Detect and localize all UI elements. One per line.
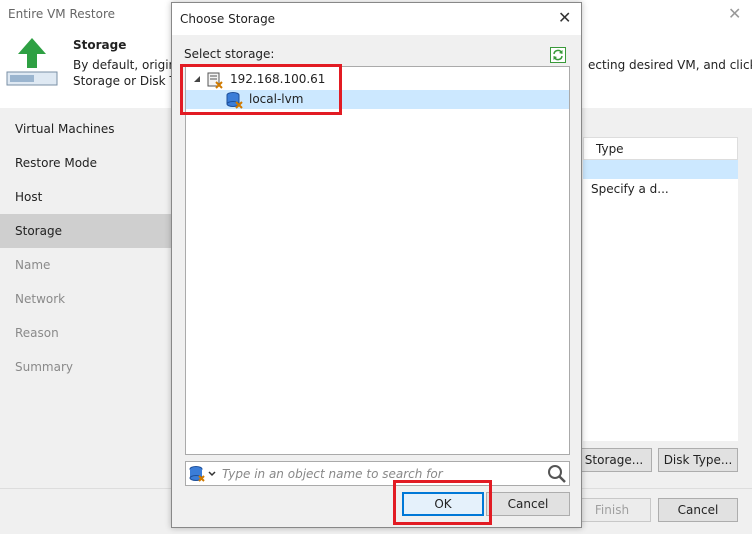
refresh-icon[interactable] xyxy=(550,47,566,63)
search-box xyxy=(185,461,570,486)
wizard-cancel-button[interactable]: Cancel xyxy=(658,498,738,522)
step-reason: Reason xyxy=(15,326,59,340)
wizard-title: Entire VM Restore xyxy=(8,7,116,21)
grid-cell-type: Specify a d... xyxy=(591,182,669,196)
dialog-title: Choose Storage xyxy=(180,12,276,26)
datastore-icon xyxy=(226,92,243,109)
object-type-dropdown-icon[interactable] xyxy=(189,465,219,483)
tree-item-datastore-label: local-lvm xyxy=(249,92,304,106)
step-summary: Summary xyxy=(15,360,73,374)
storage-button[interactable]: Storage... xyxy=(576,448,652,472)
description-line-1-right: ecting desired VM, and clicking xyxy=(588,58,752,72)
tree-item-datastore[interactable]: local-lvm xyxy=(186,90,569,109)
select-storage-label: Select storage: xyxy=(184,47,275,61)
wizard-steps: Virtual Machines Restore Mode Host Stora… xyxy=(0,112,171,384)
step-storage[interactable]: Storage xyxy=(0,214,171,248)
wizard-close-icon[interactable]: ✕ xyxy=(728,4,741,23)
grid-area xyxy=(583,179,738,441)
grid-selected-row[interactable] xyxy=(583,160,738,179)
search-input[interactable] xyxy=(222,463,542,484)
page-heading: Storage xyxy=(73,38,127,52)
tree-item-host-label: 192.168.100.61 xyxy=(230,72,326,86)
step-network: Network xyxy=(15,292,66,306)
step-name: Name xyxy=(15,258,51,272)
collapse-arrow-icon[interactable] xyxy=(194,76,200,82)
storage-tree[interactable]: 192.168.100.61 local-lvm xyxy=(185,66,570,455)
dialog-cancel-button[interactable]: Cancel xyxy=(486,492,570,516)
host-server-icon xyxy=(207,72,223,89)
grid-column-type[interactable]: Type xyxy=(583,137,738,160)
choose-storage-dialog: Choose Storage ✕ Select storage: 192.168… xyxy=(171,2,582,528)
tree-item-host[interactable]: 192.168.100.61 xyxy=(186,70,569,89)
dialog-close-icon[interactable]: ✕ xyxy=(558,8,571,27)
ok-button[interactable]: OK xyxy=(402,492,484,516)
grid-column-type-label: Type xyxy=(596,142,624,156)
step-host[interactable]: Host xyxy=(0,180,171,214)
restore-arrow-icon xyxy=(6,38,58,86)
step-virtual-machines[interactable]: Virtual Machines xyxy=(0,112,171,146)
search-icon[interactable] xyxy=(547,464,567,484)
disk-type-button[interactable]: Disk Type... xyxy=(658,448,738,472)
dialog-titlebar: Choose Storage ✕ xyxy=(172,3,581,35)
finish-button: Finish xyxy=(573,498,651,522)
step-restore-mode[interactable]: Restore Mode xyxy=(0,146,171,180)
